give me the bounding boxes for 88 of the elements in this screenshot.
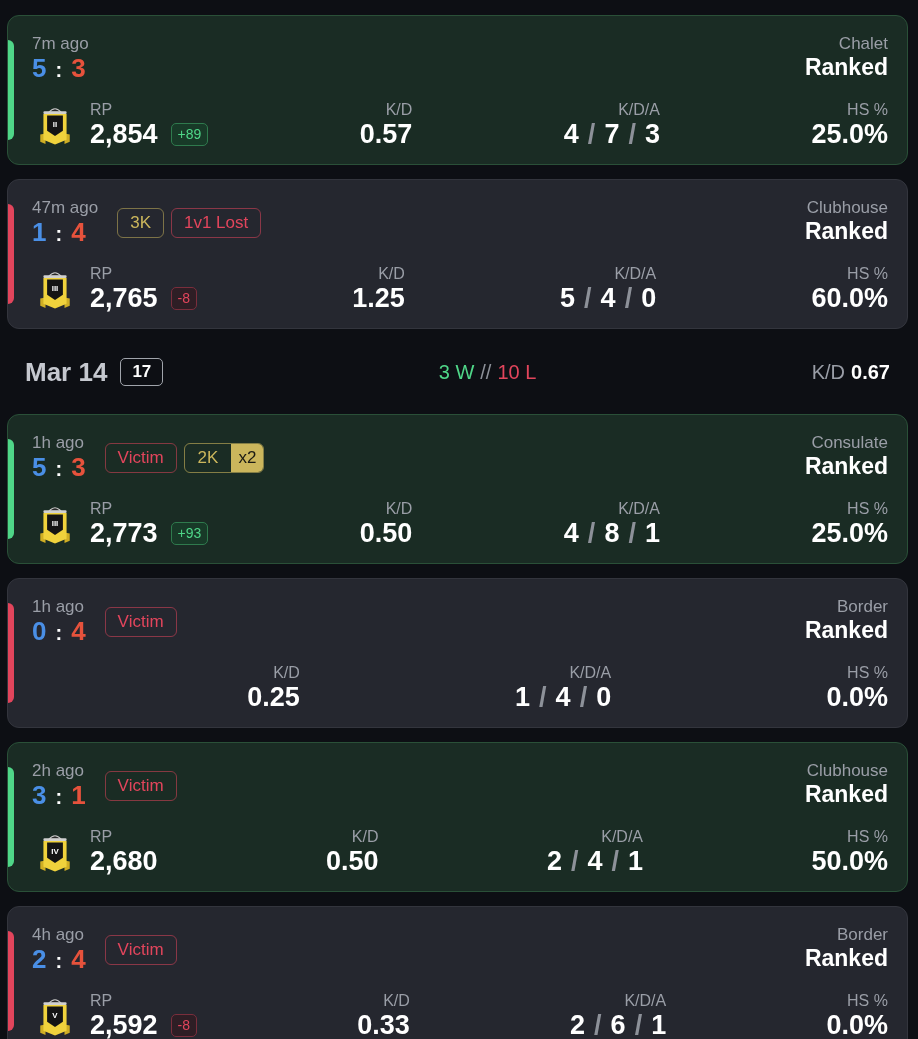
- rp-value: 2,854: [90, 119, 158, 150]
- daily-kd-label: K/D: [811, 359, 846, 384]
- kd-label: K/D: [385, 100, 413, 119]
- kd-label: K/D: [378, 264, 405, 283]
- map-name: Clubhouse: [806, 761, 888, 781]
- kd-label: K/D: [351, 827, 379, 846]
- kd-value: 0.57: [359, 119, 413, 150]
- match-score: 5 : 3: [32, 54, 87, 84]
- daily-kd-value: 0.67: [851, 359, 890, 384]
- kd-value: 0.33: [357, 1010, 410, 1039]
- kda-value: 2 / 6 / 1: [570, 1010, 667, 1039]
- game-mode-label: Ranked: [804, 218, 888, 245]
- rp-value: 2,765: [90, 283, 158, 314]
- time-ago-label: 4h ago: [32, 925, 85, 945]
- rp-value: 2,773: [90, 518, 158, 549]
- map-name: Border: [836, 597, 888, 617]
- match-score: 0 : 4: [32, 617, 86, 647]
- rp-change-tag: -8: [170, 1014, 198, 1037]
- kda-value: 2 / 4 / 1: [546, 846, 644, 877]
- match-score: 2 : 4: [32, 945, 86, 975]
- kda-label: K/D/A: [569, 663, 612, 682]
- match-card[interactable]: 1h ago 0 : 4 Victim Border Ranked K/D 0.25 K/D/A 1 / 4 / 0 HS % 0.0%: [7, 578, 908, 728]
- rp-label: RP: [90, 499, 114, 518]
- time-ago-label: 7m ago: [32, 34, 89, 54]
- kda-label: K/D/A: [618, 100, 660, 119]
- hs-value: 0.0%: [826, 1010, 888, 1039]
- kd-value: 0.50: [359, 518, 413, 549]
- map-name: Clubhouse: [806, 198, 888, 218]
- hs-label: HS %: [847, 499, 888, 518]
- hs-value: 60.0%: [811, 283, 888, 314]
- rp-change-tag: -8: [170, 287, 198, 310]
- kda-value: 4 / 7 / 3: [563, 119, 660, 150]
- match-score: 5 : 3: [32, 453, 86, 483]
- time-ago-label: 47m ago: [32, 198, 99, 218]
- kda-value: 5 / 4 / 0: [560, 283, 657, 314]
- hs-value: 0.0%: [826, 682, 888, 713]
- game-mode-label: Ranked: [804, 945, 888, 972]
- match-tag: Victim: [104, 443, 177, 473]
- hs-value: 50.0%: [811, 846, 888, 877]
- hs-value: 25.0%: [811, 518, 888, 549]
- win-loss-record: 3 W // 10 L: [438, 359, 537, 384]
- kda-label: K/D/A: [624, 991, 667, 1010]
- game-mode-label: Ranked: [804, 781, 888, 808]
- kda-label: K/D/A: [618, 499, 660, 518]
- kda-label: K/D/A: [601, 827, 644, 846]
- kda-value: 4 / 8 / 1: [563, 518, 660, 549]
- match-tag: 3K: [117, 208, 164, 238]
- kd-value: 1.25: [352, 283, 405, 314]
- kill-count-label: 2K: [196, 447, 220, 470]
- rp-label: RP: [90, 991, 114, 1010]
- date-heading: Mar 14: [25, 356, 108, 387]
- kd-label: K/D: [385, 499, 413, 518]
- rp-value: 2,680: [90, 846, 158, 877]
- time-ago-label: 2h ago: [32, 761, 85, 781]
- rp-value: 2,592: [90, 1010, 158, 1039]
- rp-label: RP: [90, 264, 114, 283]
- multiplier-chip: x2: [231, 444, 264, 472]
- map-name: Chalet: [838, 34, 888, 54]
- kd-value: 0.25: [247, 682, 300, 713]
- rp-change-tag: +93: [170, 522, 209, 545]
- kda-value: 1 / 4 / 0: [515, 682, 612, 713]
- hs-label: HS %: [847, 264, 888, 283]
- match-count-tag: 17: [120, 357, 164, 386]
- game-mode-label: Ranked: [804, 617, 888, 644]
- match-score: 3 : 1: [32, 781, 86, 811]
- match-tag: Victim: [104, 771, 177, 801]
- rp-label: RP: [90, 100, 114, 119]
- game-mode-label: Ranked: [804, 54, 888, 81]
- kd-label: K/D: [383, 991, 410, 1010]
- hs-label: HS %: [847, 991, 888, 1010]
- match-tag: Victim: [104, 935, 177, 965]
- hs-label: HS %: [847, 827, 888, 846]
- time-ago-label: 1h ago: [32, 597, 85, 617]
- map-name: Consulate: [811, 433, 888, 453]
- kda-label: K/D/A: [614, 264, 657, 283]
- time-ago-label: 1h ago: [32, 433, 85, 453]
- match-tag: 1v1 Lost: [170, 208, 262, 238]
- match-score: 1 : 4: [32, 218, 87, 248]
- hs-label: HS %: [847, 100, 888, 119]
- game-mode-label: Ranked: [804, 453, 888, 480]
- hs-label: HS %: [847, 663, 888, 682]
- rp-change-tag: +89: [170, 123, 209, 146]
- map-name: Border: [836, 925, 888, 945]
- match-tag: Victim: [104, 607, 177, 637]
- kd-value: 0.50: [325, 846, 379, 877]
- rp-label: RP: [90, 827, 114, 846]
- kd-label: K/D: [273, 663, 300, 682]
- hs-value: 25.0%: [811, 119, 888, 150]
